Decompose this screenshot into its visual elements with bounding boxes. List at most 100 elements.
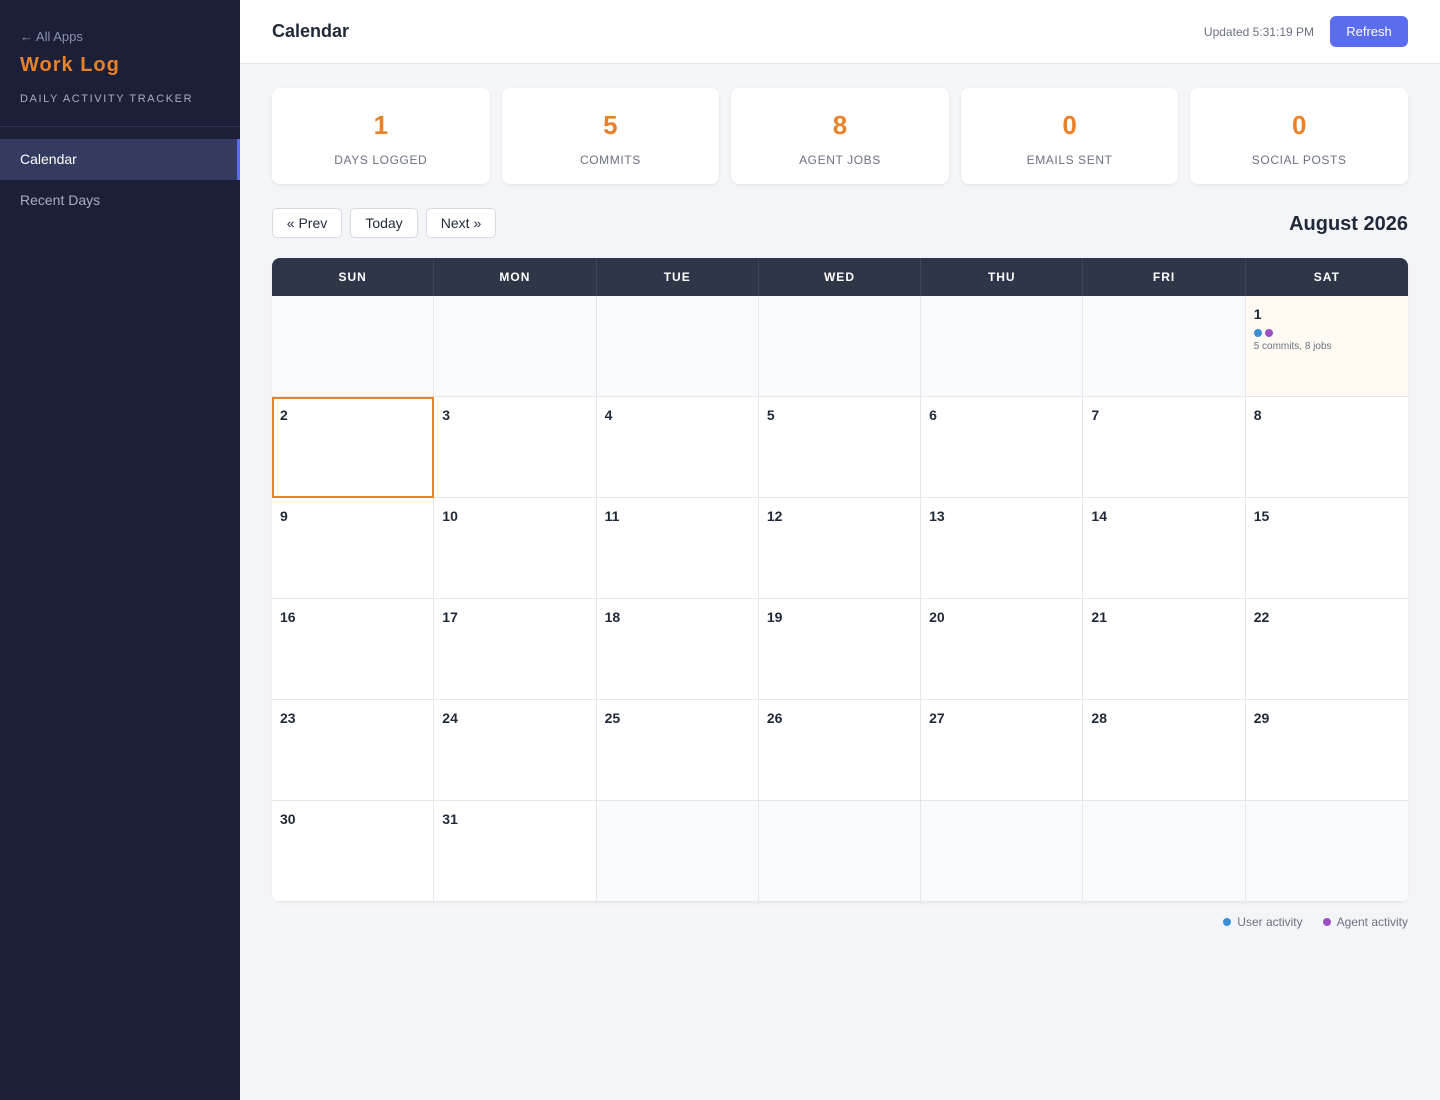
stat-value: 0 bbox=[1062, 110, 1077, 140]
next-month-button[interactable]: Next » bbox=[426, 208, 496, 238]
prev-month-button[interactable]: « Prev bbox=[272, 208, 342, 238]
weekday-thu: THU bbox=[921, 258, 1084, 296]
legend-user-label: User activity bbox=[1237, 915, 1303, 929]
calendar-day-1[interactable]: 1 5 commits, 8 jobs bbox=[1245, 296, 1408, 397]
calendar-day-16[interactable]: 16 bbox=[272, 599, 435, 700]
calendar-day-5[interactable]: 5 bbox=[758, 397, 922, 498]
user-activity-dot-icon bbox=[1223, 918, 1232, 926]
weekday-sat: SAT bbox=[1313, 270, 1340, 284]
calendar-day-30[interactable]: 30 bbox=[272, 801, 435, 902]
day-number: 22 bbox=[1253, 609, 1270, 625]
calendar-cell-empty bbox=[434, 296, 597, 397]
stat-value: 8 bbox=[832, 110, 848, 140]
calendar-day-25[interactable]: 25 bbox=[596, 700, 759, 801]
calendar-day-11[interactable]: 11 bbox=[596, 498, 759, 599]
calendar-cell-empty bbox=[1245, 801, 1408, 902]
updated-timestamp: Updated 5:31:19 PM bbox=[1203, 25, 1314, 39]
sidebar-nav: Calendar Recent Days bbox=[0, 139, 240, 221]
day-number: 21 bbox=[1091, 609, 1107, 625]
day-number: 1 bbox=[1253, 306, 1262, 322]
brand: ← All Apps Work Log DAILY ACTIVITY TRACK… bbox=[0, 0, 240, 127]
calendar-day-4[interactable]: 4 bbox=[596, 397, 759, 498]
day-number: 9 bbox=[280, 508, 288, 524]
calendar-cell-empty bbox=[921, 801, 1084, 902]
day-number: 8 bbox=[1253, 407, 1262, 423]
calendar-cell-empty bbox=[758, 296, 922, 397]
day-number: 11 bbox=[604, 508, 620, 524]
all-apps-link[interactable]: ← All Apps bbox=[20, 28, 220, 45]
day-number: 30 bbox=[280, 811, 296, 827]
calendar-day-27[interactable]: 27 bbox=[921, 700, 1084, 801]
calendar-day-18[interactable]: 18 bbox=[596, 599, 759, 700]
weekday-sun: SUN bbox=[272, 258, 435, 296]
calendar-day-20[interactable]: 20 bbox=[921, 599, 1084, 700]
day-number: 4 bbox=[604, 407, 613, 423]
calendar-day-26[interactable]: 26 bbox=[758, 700, 922, 801]
calendar-day-23[interactable]: 23 bbox=[272, 700, 435, 801]
today-button[interactable]: Today bbox=[350, 208, 418, 238]
calendar-day-28[interactable]: 28 bbox=[1083, 700, 1246, 801]
calendar-day-3[interactable]: 3 bbox=[434, 397, 597, 498]
user-activity-dot-icon bbox=[1253, 329, 1262, 337]
calendar-day-31[interactable]: 31 bbox=[434, 801, 597, 902]
day-summary: 5 commits, 8 jobs bbox=[1253, 341, 1332, 352]
stat-label: SOCIAL POSTS bbox=[1251, 153, 1347, 167]
legend-user: User activity bbox=[1223, 914, 1303, 930]
calendar-day-19[interactable]: 19 bbox=[758, 599, 922, 700]
calendar-day-14[interactable]: 14 bbox=[1083, 498, 1246, 599]
day-number: 28 bbox=[1091, 710, 1107, 726]
calendar-cell-empty bbox=[921, 296, 1084, 397]
sidebar-item-calendar[interactable]: Calendar bbox=[0, 139, 240, 180]
calendar-cell-empty bbox=[272, 296, 435, 397]
calendar-day-6[interactable]: 6 bbox=[921, 397, 1084, 498]
weekday-tue: TUE bbox=[597, 258, 759, 296]
stat-social-posts: 0 SOCIAL POSTS bbox=[1190, 88, 1408, 184]
calendar-day-12[interactable]: 12 bbox=[758, 498, 922, 599]
day-number: 6 bbox=[929, 407, 937, 423]
day-number: 3 bbox=[442, 407, 451, 423]
calendar-day-13[interactable]: 13 bbox=[921, 498, 1084, 599]
day-number: 13 bbox=[929, 508, 945, 524]
calendar-day-10[interactable]: 10 bbox=[434, 498, 597, 599]
weekday-wed: WED bbox=[759, 258, 922, 296]
agent-activity-dot-icon bbox=[1322, 918, 1331, 926]
stat-days-logged: 1 DAYS LOGGED bbox=[272, 88, 490, 184]
stat-label: COMMITS bbox=[579, 153, 641, 167]
calendar-controls: « Prev Today Next » August 2026 bbox=[272, 208, 1408, 238]
day-number: 14 bbox=[1091, 508, 1107, 524]
calendar-cell-empty bbox=[758, 801, 922, 902]
day-number: 25 bbox=[604, 710, 621, 726]
calendar-body: 1 5 commits, 8 jobs 2 3 4 5 6 7 8 9 10 11 12 13 14 15 16… bbox=[272, 296, 1408, 902]
day-number: 5 bbox=[766, 407, 775, 423]
agent-activity-dot-icon bbox=[1264, 329, 1273, 337]
calendar-day-8[interactable]: 8 bbox=[1245, 397, 1408, 498]
legend-agent: Agent activity bbox=[1322, 914, 1408, 930]
calendar-cell-empty bbox=[596, 296, 759, 397]
stat-commits: 5 COMMITS bbox=[501, 88, 720, 184]
calendar-day-21[interactable]: 21 bbox=[1083, 599, 1246, 700]
day-number: 16 bbox=[280, 609, 296, 625]
weekday-header: SUN MON TUE WED THU FRI SAT bbox=[272, 258, 1408, 296]
stat-label: EMAILS SENT bbox=[1026, 153, 1113, 167]
stat-agent-jobs: 8 AGENT JOBS bbox=[731, 88, 949, 184]
day-number: 31 bbox=[442, 811, 458, 827]
page-title: Calendar bbox=[272, 21, 350, 41]
legend-agent-label: Agent activity bbox=[1336, 915, 1408, 929]
calendar-day-15[interactable]: 15 bbox=[1245, 498, 1408, 599]
calendar-grid: SUN MON TUE WED THU FRI SAT 1 5 commits, … bbox=[272, 258, 1408, 902]
stat-value: 5 bbox=[603, 110, 618, 140]
calendar-day-17[interactable]: 17 bbox=[434, 599, 597, 700]
stat-value: 0 bbox=[1291, 110, 1307, 140]
calendar-day-29[interactable]: 29 bbox=[1245, 700, 1408, 801]
page-header: Calendar Updated 5:31:19 PM Refresh bbox=[240, 0, 1440, 64]
app-subtitle: DAILY ACTIVITY TRACKER bbox=[20, 93, 194, 105]
day-number: 19 bbox=[766, 609, 783, 625]
calendar-day-2[interactable]: 2 bbox=[272, 397, 435, 498]
calendar-day-7[interactable]: 7 bbox=[1083, 397, 1246, 498]
stat-label: AGENT JOBS bbox=[799, 153, 881, 167]
calendar-day-24[interactable]: 24 bbox=[434, 700, 597, 801]
calendar-day-9[interactable]: 9 bbox=[272, 498, 435, 599]
refresh-button[interactable]: Refresh bbox=[1330, 16, 1408, 47]
calendar-day-22[interactable]: 22 bbox=[1245, 599, 1408, 700]
sidebar-item-recent-days[interactable]: Recent Days bbox=[0, 180, 240, 221]
